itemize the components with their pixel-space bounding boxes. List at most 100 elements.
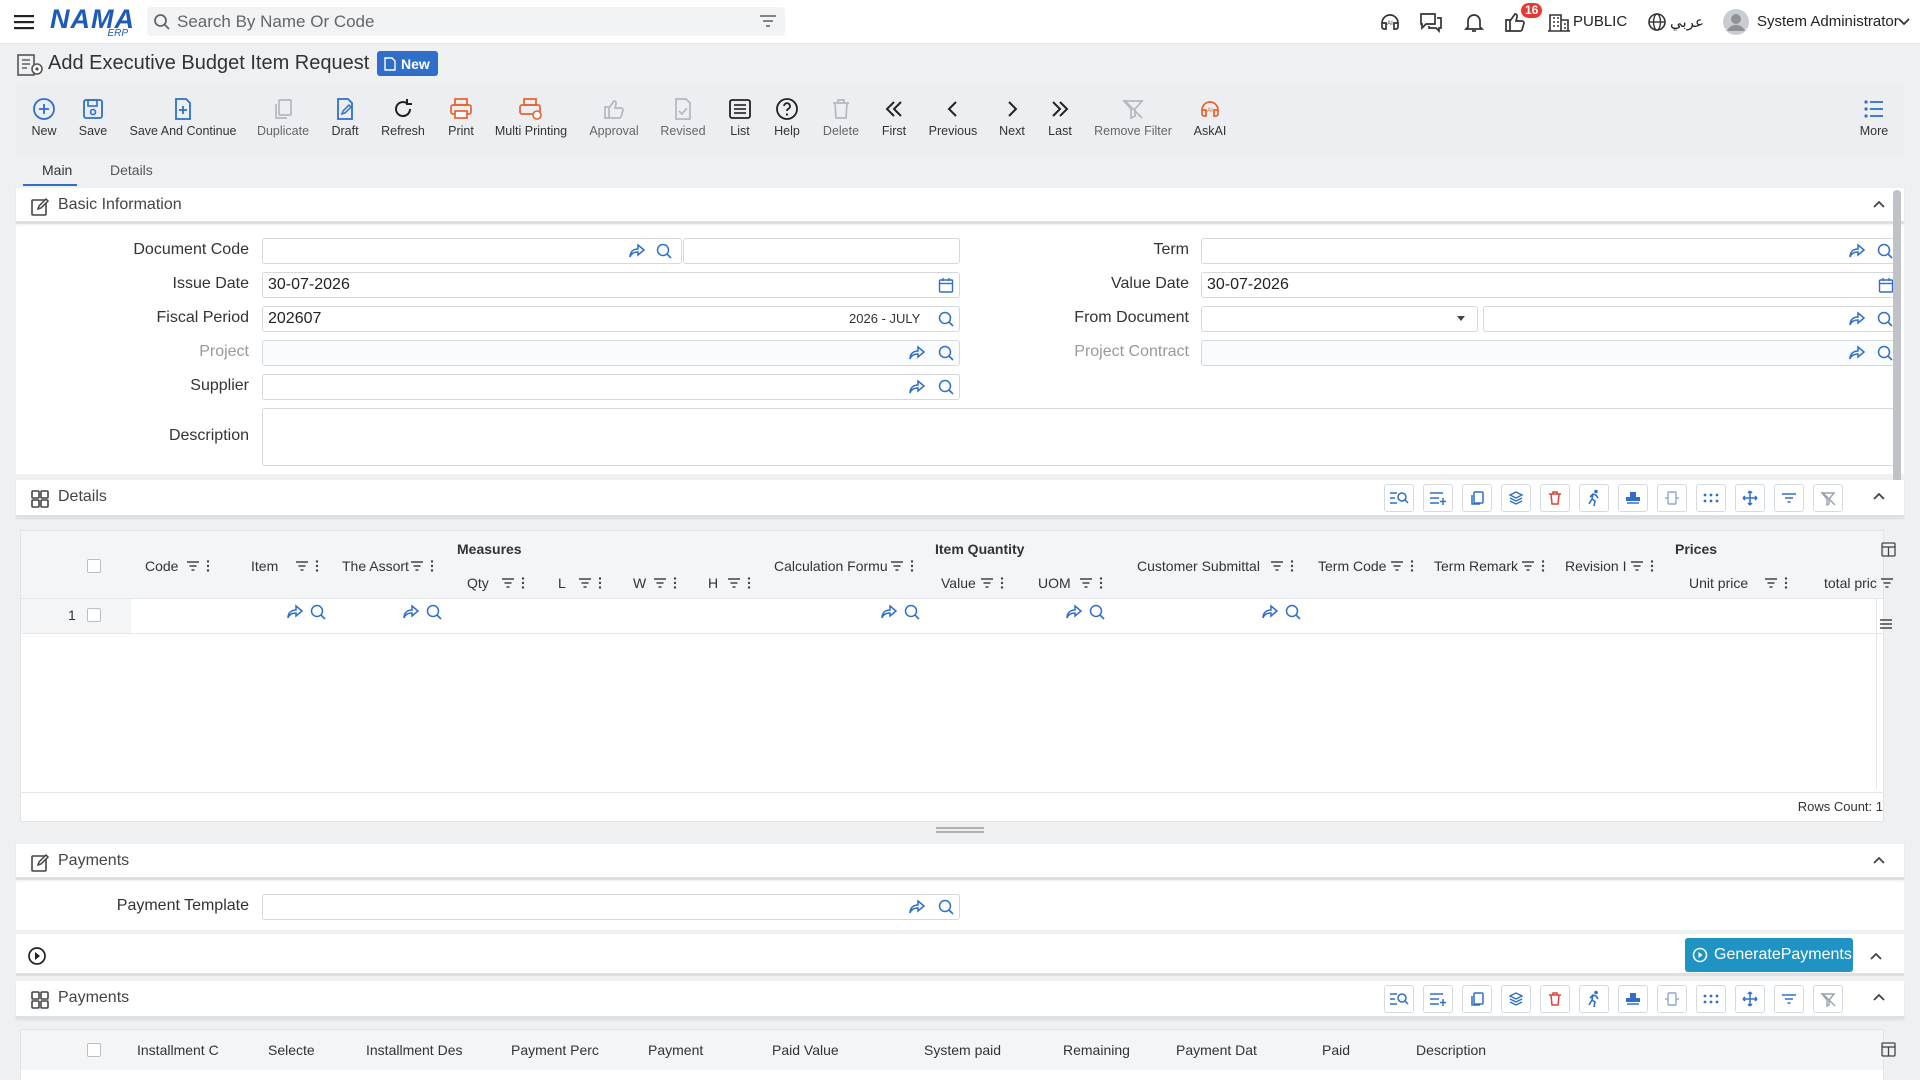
basic-information-header[interactable]: Basic Information bbox=[16, 188, 1904, 224]
avatar[interactable] bbox=[1722, 8, 1750, 36]
chevron-up-icon[interactable] bbox=[1872, 198, 1886, 210]
lookup-search-icon[interactable] bbox=[937, 310, 955, 328]
grid-move-button[interactable] bbox=[1735, 484, 1765, 512]
issue-date-field[interactable]: 30-07-2026 bbox=[262, 272, 960, 298]
value-date-field[interactable]: 30-07-2026 bbox=[1201, 272, 1898, 298]
tab-details[interactable]: Details bbox=[110, 162, 153, 178]
col-customer-submittal[interactable]: Customer Submittal bbox=[1137, 558, 1260, 574]
more-button[interactable]: More bbox=[1829, 96, 1919, 138]
share-forward-icon[interactable] bbox=[1848, 345, 1866, 361]
askai-button[interactable]: AI AskAI bbox=[1165, 96, 1255, 138]
col-paid-value[interactable]: Paid Value bbox=[772, 1042, 839, 1058]
grid-layers-button[interactable] bbox=[1501, 985, 1531, 1013]
resize-handle-icon[interactable] bbox=[935, 826, 985, 834]
description-textarea[interactable] bbox=[262, 408, 1898, 466]
project-contract-field[interactable] bbox=[1201, 340, 1898, 366]
share-forward-icon[interactable] bbox=[1848, 243, 1866, 259]
col-description[interactable]: Description bbox=[1416, 1042, 1486, 1058]
save-button[interactable]: Save bbox=[48, 96, 138, 138]
calendar-icon[interactable] bbox=[1878, 277, 1894, 293]
grid-run-button[interactable] bbox=[1579, 484, 1609, 512]
supplier-field[interactable] bbox=[262, 374, 960, 400]
grid-add-row-button[interactable] bbox=[1423, 484, 1453, 512]
share-forward-icon[interactable] bbox=[1848, 311, 1866, 327]
grid-delete-button[interactable] bbox=[1540, 484, 1570, 512]
from-document-ref-field[interactable] bbox=[1483, 306, 1898, 332]
lookup-search-icon[interactable] bbox=[1876, 310, 1894, 328]
grid-filter-button[interactable] bbox=[1774, 985, 1804, 1013]
chat-icon[interactable] bbox=[1418, 10, 1444, 34]
details-header[interactable]: Details bbox=[16, 480, 1904, 518]
col-assortment[interactable]: The Assort bbox=[342, 558, 409, 574]
col-term-code[interactable]: Term Code bbox=[1318, 558, 1386, 574]
tab-main[interactable]: Main bbox=[42, 162, 72, 178]
payments-header[interactable]: Payments bbox=[16, 844, 1904, 880]
document-code-name-field[interactable] bbox=[683, 238, 960, 264]
share-forward-icon[interactable] bbox=[628, 243, 646, 259]
lookup-search-icon[interactable] bbox=[655, 242, 673, 260]
chevron-up-icon[interactable] bbox=[1872, 490, 1886, 502]
grid-dots-button[interactable] bbox=[1696, 484, 1726, 512]
col-revision[interactable]: Revision I bbox=[1565, 558, 1626, 574]
col-l[interactable]: L bbox=[558, 575, 566, 591]
col-installment-code[interactable]: Installment C bbox=[137, 1042, 219, 1058]
grid-clear-filter-button[interactable] bbox=[1813, 985, 1843, 1013]
grid-fit-columns-button[interactable] bbox=[1657, 484, 1687, 512]
notifications-bell-icon[interactable] bbox=[1461, 10, 1487, 34]
col-term-remark[interactable]: Term Remark bbox=[1434, 558, 1518, 574]
filter-icon[interactable] bbox=[759, 14, 777, 28]
hamburger-menu-icon[interactable] bbox=[13, 11, 35, 33]
lookup-search-icon[interactable] bbox=[1876, 344, 1894, 362]
grid-search-button[interactable] bbox=[1384, 484, 1414, 512]
payments-grid-header[interactable]: Payments bbox=[16, 981, 1904, 1019]
grid-delete-button[interactable] bbox=[1540, 985, 1570, 1013]
save-and-continue-button[interactable]: Save And Continue bbox=[129, 96, 237, 138]
term-field[interactable] bbox=[1201, 238, 1898, 264]
col-remaining[interactable]: Remaining bbox=[1063, 1042, 1130, 1058]
lookup-search-icon[interactable] bbox=[1876, 242, 1894, 260]
col-calc-formula[interactable]: Calculation Formu bbox=[774, 558, 888, 574]
grid-copy-button[interactable] bbox=[1462, 985, 1492, 1013]
payments-select-all-checkbox[interactable] bbox=[87, 1043, 101, 1057]
grid-run-button[interactable] bbox=[1579, 985, 1609, 1013]
col-system-paid[interactable]: System paid bbox=[924, 1042, 1001, 1058]
col-payment[interactable]: Payment bbox=[648, 1042, 703, 1058]
col-installment-desc[interactable]: Installment Des bbox=[366, 1042, 462, 1058]
column-chooser-icon[interactable] bbox=[1881, 1042, 1896, 1057]
grid-stamp-button[interactable] bbox=[1618, 484, 1648, 512]
generate-payments-button[interactable]: GeneratePayments bbox=[1685, 938, 1853, 972]
chevron-down-icon[interactable] bbox=[1897, 16, 1911, 28]
col-h[interactable]: H bbox=[708, 575, 718, 591]
grid-dots-button[interactable] bbox=[1696, 985, 1726, 1013]
user-name[interactable]: System Administrator bbox=[1757, 13, 1899, 30]
dropdown-caret-icon[interactable] bbox=[1456, 315, 1466, 323]
col-total-price[interactable]: total pric bbox=[1824, 575, 1877, 591]
grid-copy-button[interactable] bbox=[1462, 484, 1492, 512]
lookup-search-icon[interactable] bbox=[937, 344, 955, 362]
grid-layers-button[interactable] bbox=[1501, 484, 1531, 512]
calendar-icon[interactable] bbox=[938, 277, 954, 293]
select-all-checkbox[interactable] bbox=[87, 559, 101, 573]
grid-stamp-button[interactable] bbox=[1618, 985, 1648, 1013]
globe-icon[interactable] bbox=[1645, 10, 1671, 34]
col-qty[interactable]: Qty bbox=[467, 575, 489, 591]
from-document-select[interactable] bbox=[1201, 306, 1478, 332]
col-w[interactable]: W bbox=[633, 575, 646, 591]
document-code-field[interactable] bbox=[262, 238, 682, 264]
col-payment-date[interactable]: Payment Dat bbox=[1176, 1042, 1257, 1058]
col-value[interactable]: Value bbox=[941, 575, 976, 591]
col-selected[interactable]: Selecte bbox=[268, 1042, 315, 1058]
col-unit-price[interactable]: Unit price bbox=[1689, 575, 1748, 591]
row-checkbox[interactable] bbox=[87, 608, 101, 622]
col-payment-percent[interactable]: Payment Perc bbox=[511, 1042, 599, 1058]
project-field[interactable] bbox=[262, 340, 960, 366]
share-forward-icon[interactable] bbox=[908, 379, 926, 395]
chevron-up-icon[interactable] bbox=[1872, 854, 1886, 866]
grid-search-button[interactable] bbox=[1384, 985, 1414, 1013]
col-code[interactable]: Code bbox=[145, 558, 178, 574]
chevron-up-icon[interactable] bbox=[1872, 991, 1886, 1003]
grid-clear-filter-button[interactable] bbox=[1813, 484, 1843, 512]
language-switch[interactable]: عربي bbox=[1670, 13, 1704, 31]
logo[interactable]: NAMA ERP bbox=[50, 4, 134, 40]
col-paid[interactable]: Paid bbox=[1322, 1042, 1350, 1058]
